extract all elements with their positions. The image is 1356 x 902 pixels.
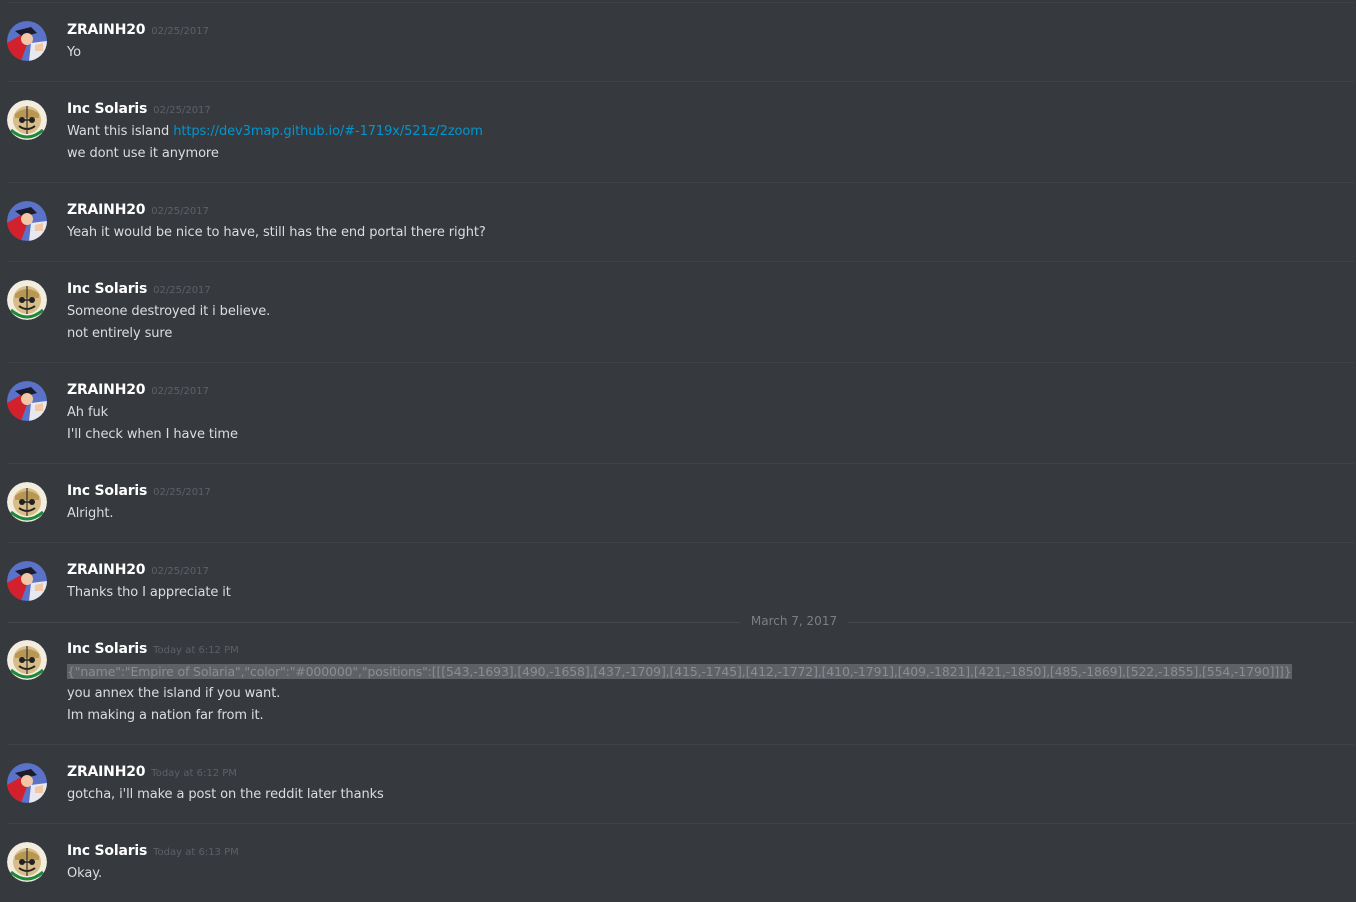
message-text: Alright. bbox=[67, 506, 114, 521]
solaris-avatar[interactable] bbox=[7, 100, 47, 140]
timestamp: 02/25/2017 bbox=[151, 26, 209, 37]
message-divider bbox=[8, 261, 1354, 262]
zrain-avatar[interactable] bbox=[7, 21, 47, 61]
username[interactable]: Inc Solaris bbox=[67, 843, 147, 859]
message-divider bbox=[8, 182, 1354, 183]
username[interactable]: Inc Solaris bbox=[67, 641, 147, 657]
timestamp: 02/25/2017 bbox=[151, 206, 209, 217]
timestamp: Today at 6:12 PM bbox=[151, 768, 237, 779]
message-text: Thanks tho I appreciate it bbox=[67, 585, 231, 600]
message-text: gotcha, i'll make a post on the reddit l… bbox=[67, 787, 384, 802]
message-header: ZRAINH20 02/25/2017 bbox=[67, 202, 209, 218]
chat-messages: ZRAINH20 02/25/2017 Yo Inc Solaris 02/25/2… bbox=[0, 0, 1356, 902]
message-text: Im making a nation far from it. bbox=[67, 708, 264, 723]
zrain-avatar[interactable] bbox=[7, 561, 47, 601]
message-text: we dont use it anymore bbox=[67, 146, 219, 161]
timestamp: Today at 6:13 PM bbox=[153, 847, 239, 858]
solaris-avatar[interactable] bbox=[7, 280, 47, 320]
message-header: Inc Solaris 02/25/2017 bbox=[67, 281, 211, 297]
message-header: Inc Solaris 02/25/2017 bbox=[67, 483, 211, 499]
message-text: Someone destroyed it i believe. bbox=[67, 304, 271, 319]
username[interactable]: ZRAINH20 bbox=[67, 562, 145, 578]
message-text: Yeah it would be nice to have, still has… bbox=[67, 225, 486, 240]
username[interactable]: ZRAINH20 bbox=[67, 382, 145, 398]
message-divider bbox=[8, 463, 1354, 464]
username[interactable]: Inc Solaris bbox=[67, 483, 147, 499]
timestamp: 02/25/2017 bbox=[153, 105, 211, 116]
message-text-segment: Want this island bbox=[67, 124, 174, 139]
message-divider bbox=[8, 744, 1354, 745]
username[interactable]: ZRAINH20 bbox=[67, 22, 145, 38]
zrain-avatar[interactable] bbox=[7, 763, 47, 803]
username[interactable]: ZRAINH20 bbox=[67, 764, 145, 780]
message-header: ZRAINH20 02/25/2017 bbox=[67, 562, 209, 578]
message-header: ZRAINH20 02/25/2017 bbox=[67, 382, 209, 398]
message-text: not entirely sure bbox=[67, 326, 173, 341]
zrain-avatar[interactable] bbox=[7, 381, 47, 421]
message-link[interactable]: https://dev3map.github.io/#-1719x/521z/2… bbox=[173, 124, 483, 139]
solaris-avatar[interactable] bbox=[7, 640, 47, 680]
solaris-avatar[interactable] bbox=[7, 482, 47, 522]
message-text: you annex the island if you want. bbox=[67, 686, 281, 701]
timestamp: 02/25/2017 bbox=[153, 285, 211, 296]
message-header: Inc Solaris 02/25/2017 bbox=[67, 101, 211, 117]
date-separator-line bbox=[8, 622, 1354, 623]
date-separator-label: March 7, 2017 bbox=[740, 614, 848, 628]
message-text: Ah fuk bbox=[67, 405, 109, 420]
message-header: ZRAINH20 Today at 6:12 PM bbox=[67, 764, 237, 780]
message-text: {"name":"Empire of Solaria","color":"#00… bbox=[67, 664, 1292, 680]
timestamp: Today at 6:12 PM bbox=[153, 645, 239, 656]
message-divider bbox=[8, 542, 1354, 543]
message-divider bbox=[8, 2, 1354, 3]
message-text: Okay. bbox=[67, 866, 102, 881]
timestamp: 02/25/2017 bbox=[153, 487, 211, 498]
message-text: Yo bbox=[67, 45, 81, 60]
username[interactable]: Inc Solaris bbox=[67, 281, 147, 297]
message-text: I'll check when I have time bbox=[67, 427, 238, 442]
message-header: Inc Solaris Today at 6:12 PM bbox=[67, 641, 239, 657]
message-text: Want this island https://dev3map.github.… bbox=[67, 124, 483, 139]
solaris-avatar[interactable] bbox=[7, 842, 47, 882]
timestamp: 02/25/2017 bbox=[151, 386, 209, 397]
message-divider bbox=[8, 81, 1354, 82]
message-divider bbox=[8, 362, 1354, 363]
username[interactable]: Inc Solaris bbox=[67, 101, 147, 117]
timestamp: 02/25/2017 bbox=[151, 566, 209, 577]
message-header: ZRAINH20 02/25/2017 bbox=[67, 22, 209, 38]
message-divider bbox=[8, 823, 1354, 824]
selected-text[interactable]: {"name":"Empire of Solaria","color":"#00… bbox=[67, 664, 1292, 679]
zrain-avatar[interactable] bbox=[7, 201, 47, 241]
username[interactable]: ZRAINH20 bbox=[67, 202, 145, 218]
message-header: Inc Solaris Today at 6:13 PM bbox=[67, 843, 239, 859]
